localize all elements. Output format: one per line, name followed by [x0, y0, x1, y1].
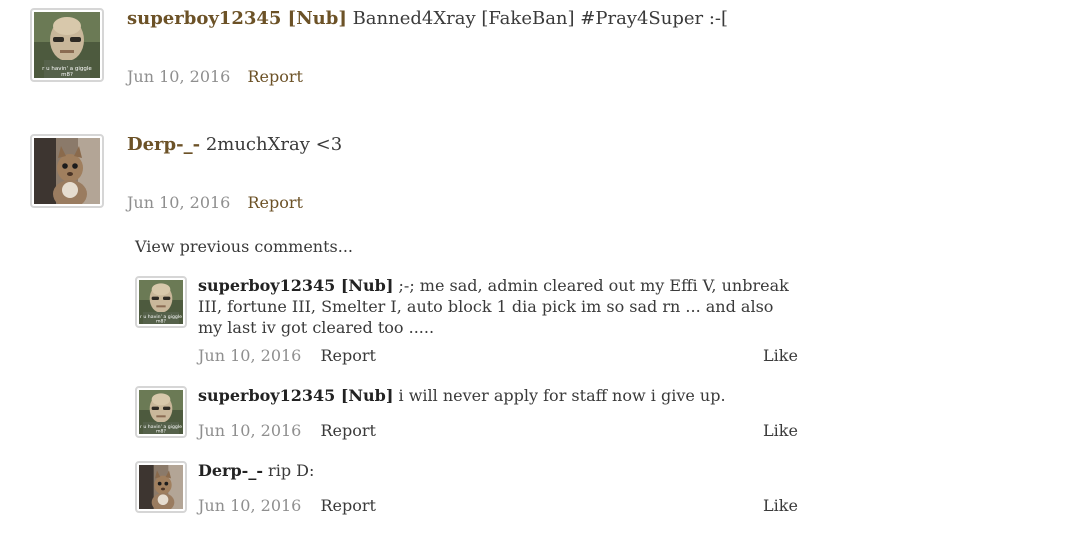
post-date[interactable]: Jun 10, 2016: [127, 67, 230, 86]
comment-message: Derp-_- rip D:: [198, 460, 798, 481]
like-button[interactable]: Like: [763, 421, 798, 440]
avatar-image-bald-man: r u havin' a giggle m8?: [34, 12, 100, 78]
comment-date[interactable]: Jun 10, 2016: [198, 346, 301, 365]
like-button[interactable]: Like: [763, 346, 798, 365]
post-meta: Jun 10, 2016 Report: [127, 67, 303, 86]
svg-text:m8?: m8?: [61, 72, 73, 78]
comment-meta: Jun 10, 2016 Report: [198, 421, 376, 440]
post-author-link[interactable]: Derp-_-: [127, 134, 200, 155]
avatar[interactable]: r u havin' a giggle m8?: [135, 386, 187, 438]
avatar[interactable]: [30, 134, 104, 208]
svg-text:m8?: m8?: [156, 319, 166, 324]
avatar-image-cat: [139, 465, 183, 509]
avatar[interactable]: r u havin' a giggle m8?: [30, 8, 104, 82]
comment-message: superboy12345 [Nub] ;-; me sad, admin cl…: [198, 275, 798, 338]
like-button[interactable]: Like: [763, 496, 798, 515]
post-meta: Jun 10, 2016 Report: [127, 193, 303, 212]
avatar[interactable]: [135, 461, 187, 513]
comment-body: rip D:: [268, 461, 315, 480]
report-link[interactable]: Report: [320, 421, 375, 440]
avatar[interactable]: r u havin' a giggle m8?: [135, 276, 187, 328]
comment-date[interactable]: Jun 10, 2016: [198, 421, 301, 440]
comment-author-link[interactable]: superboy12345 [Nub]: [198, 386, 393, 405]
avatar-image-cat: [34, 138, 100, 204]
report-link[interactable]: Report: [320, 496, 375, 515]
view-previous-comments-link[interactable]: View previous comments...: [135, 237, 353, 256]
post-message: superboy12345 [Nub] Banned4Xray [FakeBan…: [127, 8, 728, 29]
post-date[interactable]: Jun 10, 2016: [127, 193, 230, 212]
comment-meta: Jun 10, 2016 Report: [198, 496, 376, 515]
report-link[interactable]: Report: [247, 67, 302, 86]
post-body: 2muchXray <3: [205, 134, 343, 155]
comment-author-link[interactable]: superboy12345 [Nub]: [198, 276, 393, 295]
post-author-link[interactable]: superboy12345 [Nub]: [127, 8, 347, 29]
comment-author-link[interactable]: Derp-_-: [198, 461, 263, 480]
report-link[interactable]: Report: [247, 193, 302, 212]
post-body: Banned4Xray [FakeBan] #Pray4Super :-[: [352, 8, 729, 29]
post-message: Derp-_- 2muchXray <3: [127, 134, 342, 155]
avatar-image-bald-man: r u havin' a giggle m8?: [139, 280, 183, 324]
comment-body: i will never apply for staff now i give …: [398, 386, 726, 405]
svg-text:m8?: m8?: [156, 429, 166, 434]
avatar-image-bald-man: r u havin' a giggle m8?: [139, 390, 183, 434]
comment-message: superboy12345 [Nub] i will never apply f…: [198, 385, 798, 406]
comment-meta: Jun 10, 2016 Report: [198, 346, 376, 365]
comment-date[interactable]: Jun 10, 2016: [198, 496, 301, 515]
report-link[interactable]: Report: [320, 346, 375, 365]
